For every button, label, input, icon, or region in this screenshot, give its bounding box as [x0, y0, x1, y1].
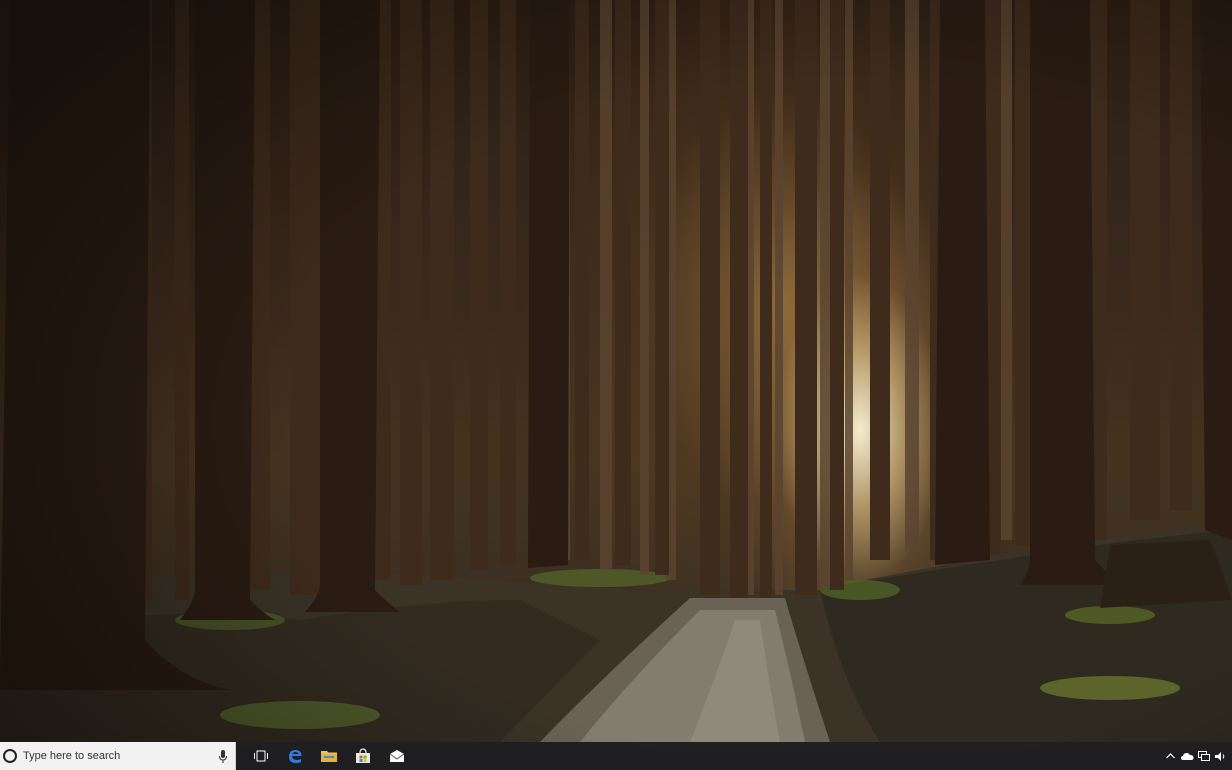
onedrive-icon[interactable]: [1180, 742, 1194, 770]
search-placeholder[interactable]: Type here to search: [23, 750, 217, 762]
system-tray: [1160, 742, 1232, 770]
pinned-apps: [244, 742, 414, 770]
file-explorer-icon[interactable]: [312, 742, 346, 770]
chevron-up-icon[interactable]: [1163, 742, 1177, 770]
network-icon[interactable]: [1197, 742, 1211, 770]
desktop-wallpaper: [0, 0, 1232, 770]
desktop: Type here to search: [0, 0, 1232, 770]
mail-icon[interactable]: [380, 742, 414, 770]
volume-icon[interactable]: [1214, 742, 1228, 770]
microphone-icon[interactable]: [217, 748, 229, 764]
edge-icon[interactable]: [278, 742, 312, 770]
taskbar: Type here to search: [0, 742, 1232, 770]
taskbar-search-box[interactable]: Type here to search: [0, 742, 236, 770]
store-icon[interactable]: [346, 742, 380, 770]
task-view-icon[interactable]: [244, 742, 278, 770]
forest-image: [0, 0, 1232, 770]
cortana-circle-icon[interactable]: [3, 749, 17, 763]
